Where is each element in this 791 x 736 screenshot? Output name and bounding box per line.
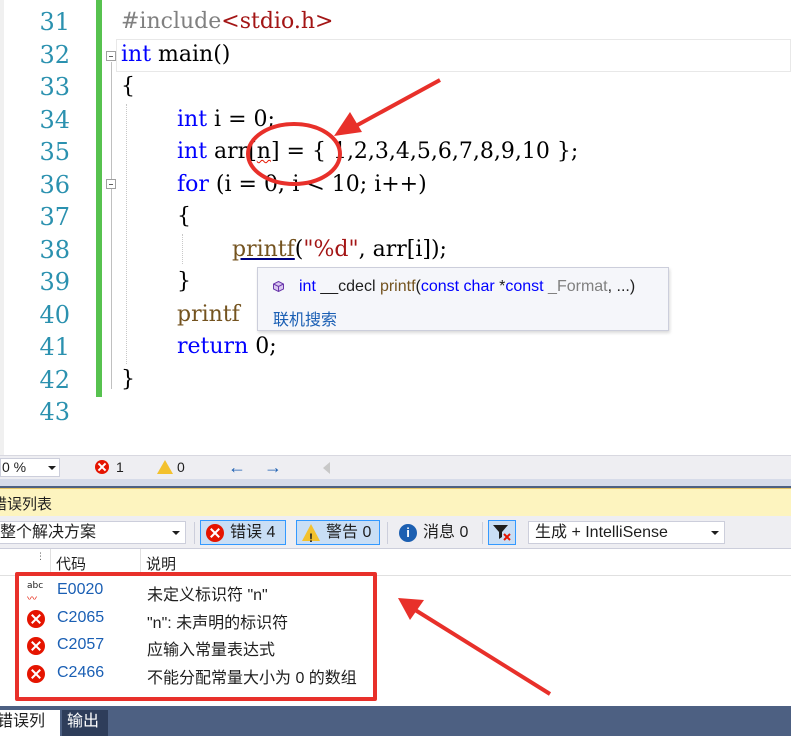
source-dropdown[interactable]: 生成 + IntelliSense xyxy=(528,521,725,544)
code-line-36: for (i = 0; i < 10; i++) xyxy=(177,172,427,197)
warning-icon[interactable] xyxy=(157,460,173,474)
code-line-38: printf("%d", arr[i]); xyxy=(232,237,447,262)
panel-splitter[interactable] xyxy=(0,479,791,488)
line-number: 42 xyxy=(39,366,70,394)
line-number: 34 xyxy=(39,106,70,134)
column-header-code[interactable]: 代码 xyxy=(56,553,86,574)
warning-icon xyxy=(302,524,320,550)
online-search-link[interactable]: 联机搜索 xyxy=(273,306,337,330)
line-number: 41 xyxy=(39,333,70,361)
toolbar-separator xyxy=(482,522,483,544)
code-line-34: int i = 0; xyxy=(177,107,275,132)
tab-error-list[interactable]: 错误列表 xyxy=(0,710,60,736)
line-number: 35 xyxy=(39,138,70,166)
error-icon xyxy=(206,524,224,542)
code-line-42: } xyxy=(121,367,135,392)
zoom-dropdown[interactable]: 0 % xyxy=(0,458,60,477)
function-signature: int __cdecl printf(const char *const _Fo… xyxy=(299,278,636,295)
collapse-arrow-icon xyxy=(323,462,330,474)
scope-value: 整个解决方案 xyxy=(0,524,97,541)
function-cube-icon xyxy=(273,281,284,292)
line-number: 36 xyxy=(39,171,70,199)
line-number: 33 xyxy=(39,73,70,101)
next-issue-arrow-icon[interactable]: → xyxy=(264,457,282,477)
toolbar-separator xyxy=(387,522,388,544)
indent-guide xyxy=(126,104,127,364)
warnings-filter-button[interactable]: 警告 0 xyxy=(296,520,380,550)
code-line-33: { xyxy=(121,74,135,99)
code-editor[interactable]: 31 32 33 34 35 36 37 38 39 40 41 42 43 #… xyxy=(0,0,791,455)
printf-call: printf xyxy=(232,237,295,262)
undefined-identifier-n: n xyxy=(256,139,271,164)
editor-margin xyxy=(0,0,4,455)
column-options-icon[interactable]: ⋮⋮ xyxy=(36,551,56,562)
change-tracking-bar xyxy=(96,0,102,397)
code-line-35: int arr[n] = { 1,2,3,4,5,6,7,8,9,10 }; xyxy=(177,139,579,164)
zoom-value: 0 % xyxy=(2,459,27,475)
fold-toggle-main[interactable] xyxy=(106,51,116,61)
error-count[interactable]: 1 xyxy=(116,459,124,475)
line-number: 37 xyxy=(39,203,70,231)
errors-filter-button[interactable]: 错误 4 xyxy=(200,520,286,545)
error-icon[interactable] xyxy=(95,460,109,474)
line-number: 31 xyxy=(39,8,70,36)
tab-output[interactable]: 输出 xyxy=(62,710,108,736)
info-icon: i xyxy=(399,524,417,542)
toolbar-separator xyxy=(194,522,195,544)
line-number: 38 xyxy=(39,236,70,264)
error-list-title-bar: 错误列表 xyxy=(0,488,791,516)
warning-count[interactable]: 0 xyxy=(177,459,185,475)
editor-status-bar: 0 % 1 0 ← → xyxy=(0,455,791,479)
scope-dropdown[interactable]: 整个解决方案 xyxy=(0,521,186,544)
code-line-39: } xyxy=(177,269,191,294)
messages-filter-button[interactable]: i 消息 0 xyxy=(393,520,477,545)
code-line-37: { xyxy=(177,204,191,229)
annotation-highlight-box xyxy=(15,572,377,701)
line-number: 40 xyxy=(39,301,70,329)
error-list-toolbar: 整个解决方案 错误 4 警告 0 i 消息 0 生成 + IntelliSens… xyxy=(0,516,791,550)
source-value: 生成 + IntelliSense xyxy=(535,524,668,541)
quick-info-tooltip: int __cdecl printf(const char *const _Fo… xyxy=(257,267,669,331)
line-number: 32 xyxy=(39,41,70,69)
line-number: 39 xyxy=(39,268,70,296)
chevron-down-icon xyxy=(48,466,56,470)
previous-issue-arrow-icon[interactable]: ← xyxy=(228,457,246,477)
fold-line xyxy=(111,190,112,292)
bottom-tab-strip: 错误列表 输出 xyxy=(0,706,791,736)
filter-icon xyxy=(493,525,511,541)
code-line-31: #include<stdio.h> xyxy=(121,9,334,34)
indent-guide xyxy=(182,234,183,264)
code-line-32: int main() xyxy=(121,42,231,67)
error-list-title: 错误列表 xyxy=(0,496,53,513)
chevron-down-icon xyxy=(172,531,180,535)
filter-button[interactable] xyxy=(488,520,516,545)
column-header-description[interactable]: 说明 xyxy=(146,553,176,574)
code-line-41: return 0; xyxy=(177,334,277,359)
chevron-down-icon xyxy=(711,531,719,535)
fold-toggle-for[interactable] xyxy=(106,179,116,189)
line-number: 43 xyxy=(39,398,70,426)
code-line-40: printf xyxy=(177,302,240,327)
